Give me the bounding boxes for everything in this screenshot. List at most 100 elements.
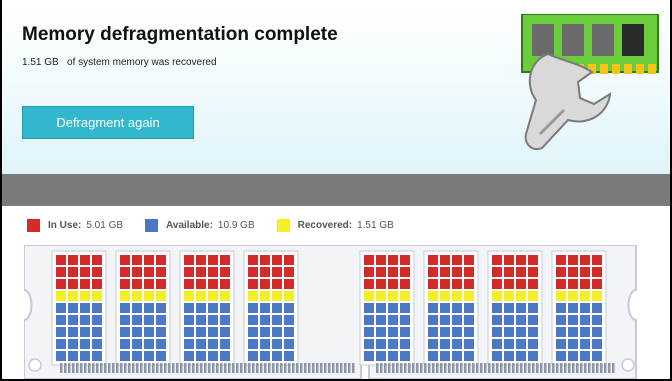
memory-cell (452, 351, 462, 361)
memory-cell (284, 327, 294, 337)
memory-cell (184, 351, 194, 361)
defragment-again-button[interactable]: Defragment again (22, 106, 194, 139)
memory-cell (364, 315, 374, 325)
contact-pin (544, 363, 547, 373)
memory-cell (196, 255, 206, 265)
contact-pin (412, 363, 415, 373)
memory-cell (208, 291, 218, 301)
memory-cell (400, 267, 410, 277)
contact-pin (228, 363, 231, 373)
memory-cell (580, 315, 590, 325)
memory-cell (196, 291, 206, 301)
in-use-value: 5.01 GB (86, 220, 124, 231)
contact-pin (68, 363, 71, 373)
memory-cell (144, 315, 154, 325)
available-label: Available: (166, 220, 213, 231)
memory-cell (364, 327, 374, 337)
memory-cell (56, 327, 66, 337)
memory-cell (80, 351, 90, 361)
contact-pin (396, 363, 399, 373)
contact-pin (224, 363, 227, 373)
memory-cell (516, 315, 526, 325)
memory-cell (68, 327, 78, 337)
contact-pin (256, 363, 259, 373)
memory-cell (184, 315, 194, 325)
memory-cell (440, 327, 450, 337)
memory-cell (516, 339, 526, 349)
memory-cell (364, 267, 374, 277)
contact-pin (116, 363, 119, 373)
memory-cell (492, 291, 502, 301)
memory-cell (364, 351, 374, 361)
memory-cell (428, 267, 438, 277)
memory-cell (80, 327, 90, 337)
memory-cell (452, 291, 462, 301)
contact-pin (444, 363, 447, 373)
contact-pin (248, 363, 251, 373)
memory-cell (428, 291, 438, 301)
memory-cell (440, 255, 450, 265)
memory-cell (80, 255, 90, 265)
memory-cell (556, 255, 566, 265)
memory-cell (376, 255, 386, 265)
contact-pin (60, 363, 63, 373)
memory-cell (452, 339, 462, 349)
memory-cell (440, 291, 450, 301)
memory-cell (388, 267, 398, 277)
memory-cell (184, 339, 194, 349)
memory-cell (284, 339, 294, 349)
recovered-text: of system memory was recovered (67, 57, 217, 68)
memory-cell (248, 351, 258, 361)
memory-cell (464, 303, 474, 313)
contact-pin (312, 363, 315, 373)
memory-cell (120, 339, 130, 349)
memory-cell (208, 315, 218, 325)
memory-cell (504, 339, 514, 349)
recovered-value: 1.51 GB (357, 220, 394, 231)
memory-cell (464, 315, 474, 325)
memory-cell (68, 279, 78, 289)
memory-cell (260, 255, 270, 265)
contact-pin (336, 363, 339, 373)
contact-pin (536, 363, 539, 373)
contact-pin (480, 363, 483, 373)
memory-cell (452, 279, 462, 289)
memory-cell (260, 327, 270, 337)
contact-pin (100, 363, 103, 373)
contact-pin (424, 363, 427, 373)
memory-cell (376, 291, 386, 301)
memory-cell (92, 291, 102, 301)
memory-cell (580, 339, 590, 349)
memory-cell (492, 267, 502, 277)
memory-cell (220, 291, 230, 301)
memory-cell (272, 255, 282, 265)
contact-pin (184, 363, 187, 373)
memory-cell (376, 303, 386, 313)
available-swatch (145, 219, 159, 232)
contact-pin (172, 363, 175, 373)
memory-cell (428, 303, 438, 313)
status-bar (2, 174, 670, 206)
contact-pin (236, 363, 239, 373)
memory-cell (120, 351, 130, 361)
memory-cell (364, 255, 374, 265)
contact-pin (288, 363, 291, 373)
memory-cell (492, 279, 502, 289)
memory-cell (68, 351, 78, 361)
memory-cell (452, 327, 462, 337)
memory-cell (184, 303, 194, 313)
contact-pin (212, 363, 215, 373)
page-title: Memory defragmentation complete (22, 24, 338, 45)
memory-cell (376, 267, 386, 277)
memory-cell (376, 339, 386, 349)
contact-pin (296, 363, 299, 373)
contact-pin (168, 363, 171, 373)
contact-pin (292, 363, 295, 373)
contact-pin (476, 363, 479, 373)
contact-pin (300, 363, 303, 373)
memory-cell (272, 267, 282, 277)
memory-cell (440, 339, 450, 349)
memory-cell (132, 351, 142, 361)
memory-cell (388, 351, 398, 361)
memory-cell (184, 255, 194, 265)
